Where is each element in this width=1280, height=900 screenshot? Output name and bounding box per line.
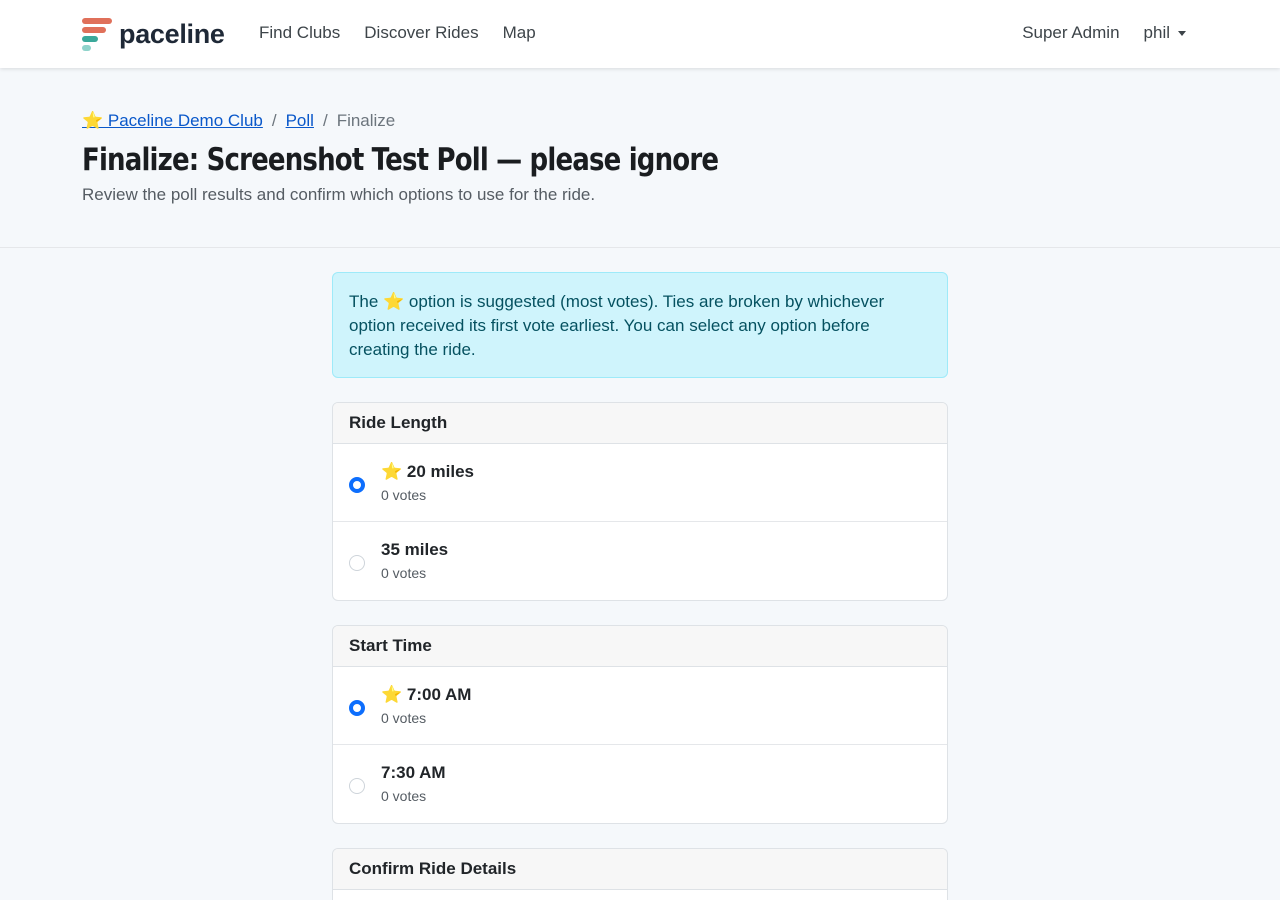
top-navbar: paceline Find Clubs Discover Rides Map S… — [0, 0, 1280, 68]
paceline-logo-icon — [82, 18, 112, 51]
nav-link-find-clubs[interactable]: Find Clubs — [259, 23, 340, 43]
start-time-card: Start Time ⭐ 7:00 AM 0 votes 7:30 AM 0 v… — [332, 625, 948, 824]
radio-button-selected[interactable] — [349, 700, 365, 716]
option-votes: 0 votes — [381, 710, 427, 726]
nav-links: Find Clubs Discover Rides Map — [259, 23, 536, 43]
option-label: ⭐ 20 miles — [381, 462, 474, 481]
option-35-miles[interactable]: 35 miles 0 votes — [333, 522, 947, 600]
user-menu-dropdown[interactable]: phil — [1144, 23, 1186, 43]
option-7-30-am[interactable]: 7:30 AM 0 votes — [333, 745, 947, 823]
user-menu-label: phil — [1143, 23, 1170, 42]
breadcrumb-current: Finalize — [336, 111, 396, 130]
radio-button[interactable] — [349, 555, 365, 571]
info-alert: The ⭐ option is suggested (most votes). … — [332, 272, 948, 378]
option-label: 7:30 AM — [381, 763, 446, 782]
nav-link-discover-rides[interactable]: Discover Rides — [364, 23, 478, 43]
nav-link-map[interactable]: Map — [503, 23, 536, 43]
nav-right: Super Admin phil — [1022, 23, 1186, 43]
page-header: ⭐ Paceline Demo Club / Poll / Finalize F… — [0, 68, 1280, 248]
breadcrumb-separator: / — [322, 111, 328, 130]
breadcrumb-club-link[interactable]: ⭐ Paceline Demo Club — [82, 111, 263, 131]
page-subtitle: Review the poll results and confirm whic… — [82, 185, 596, 204]
caret-down-icon — [1178, 31, 1186, 37]
brand-logo-link[interactable]: paceline — [82, 18, 225, 51]
option-7-00-am[interactable]: ⭐ 7:00 AM 0 votes — [333, 667, 947, 745]
card-header: Ride Length — [333, 403, 947, 444]
radio-button[interactable] — [349, 778, 365, 794]
option-label: ⭐ 7:00 AM — [381, 685, 472, 704]
option-votes: 0 votes — [381, 487, 427, 503]
option-votes: 0 votes — [381, 788, 427, 804]
option-votes: 0 votes — [381, 565, 427, 581]
brand-name: paceline — [119, 19, 225, 49]
breadcrumb-poll-link[interactable]: Poll — [286, 111, 314, 131]
radio-button-selected[interactable] — [349, 477, 365, 493]
ride-length-card: Ride Length ⭐ 20 miles 0 votes 35 miles … — [332, 402, 948, 601]
option-20-miles[interactable]: ⭐ 20 miles 0 votes — [333, 444, 947, 522]
card-header: Start Time — [333, 626, 947, 667]
confirm-ride-details-card: Confirm Ride Details — [332, 848, 948, 900]
card-header: Confirm Ride Details — [333, 849, 947, 890]
page-title: Finalize: Screenshot Test Poll — please … — [82, 142, 719, 178]
option-label: 35 miles — [381, 540, 449, 559]
breadcrumb: ⭐ Paceline Demo Club / Poll / Finalize — [82, 111, 395, 131]
breadcrumb-separator: / — [271, 111, 277, 130]
nav-link-super-admin[interactable]: Super Admin — [1022, 23, 1119, 43]
